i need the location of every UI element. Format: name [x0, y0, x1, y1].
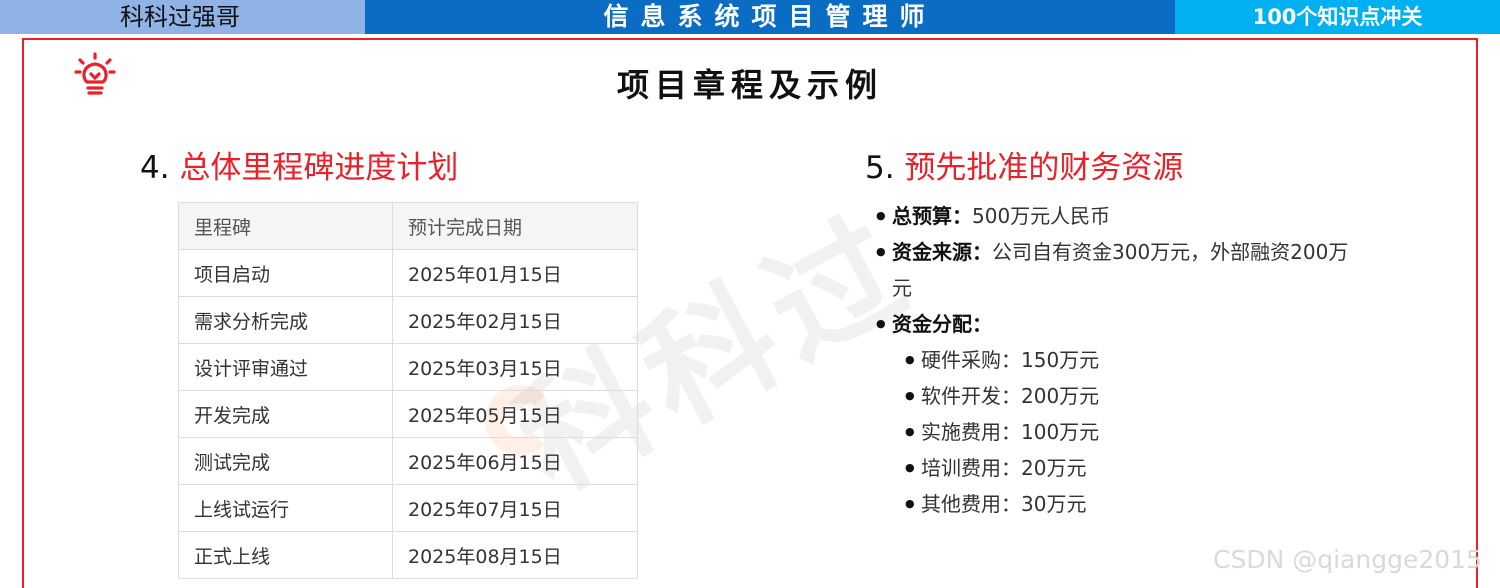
budget-label: 资金来源 — [892, 240, 972, 264]
table-row: 测试完成 2025年06月15日 — [178, 437, 638, 485]
banner-course-title: 信息系统项目管理师 — [365, 0, 1175, 34]
table-header-row: 里程碑 预计完成日期 — [178, 202, 638, 250]
milestone-date: 2025年06月15日 — [392, 437, 638, 485]
section-5-title: 预先批准的财务资源 — [904, 150, 1184, 186]
budget-label: 总预算 — [892, 204, 952, 228]
milestone-date: 2025年02月15日 — [392, 296, 638, 344]
budget-label: 资金分配 — [892, 312, 972, 336]
table-row: 开发完成 2025年05月15日 — [178, 390, 638, 438]
milestone-date: 2025年03月15日 — [392, 343, 638, 391]
source-credit: CSDN @qiangge2015 — [1213, 545, 1482, 574]
budget-list: 总预算：500万元人民币 资金来源：公司自有资金300万元，外部融资200万元 … — [876, 198, 1356, 522]
list-item: 培训费用：20万元 — [905, 450, 1356, 486]
table-row: 项目启动 2025年01月15日 — [178, 249, 638, 297]
milestone-name: 项目启动 — [178, 249, 393, 297]
table-row: 设计评审通过 2025年03月15日 — [178, 343, 638, 391]
banner-series: 100个知识点冲关 — [1175, 0, 1500, 34]
milestone-date: 2025年08月15日 — [392, 531, 638, 579]
label-separator: ： — [972, 312, 992, 336]
label-separator: ： — [972, 240, 992, 264]
list-item: 其他费用：30万元 — [905, 486, 1356, 522]
budget-value: 500万元人民币 — [972, 204, 1111, 228]
top-banner: 科科过强哥 信息系统项目管理师 100个知识点冲关 — [0, 0, 1500, 34]
milestone-date: 2025年01月15日 — [392, 249, 638, 297]
section-4-number: 4. — [140, 150, 170, 186]
milestone-name: 开发完成 — [178, 390, 393, 438]
page-title: 项目章程及示例 — [616, 66, 883, 104]
section-4-heading: 4. 总体里程碑进度计划 — [140, 142, 458, 187]
milestone-date: 2025年05月15日 — [392, 390, 638, 438]
table-header-date: 预计完成日期 — [392, 202, 638, 250]
table-row: 上线试运行 2025年07月15日 — [178, 484, 638, 532]
list-item: 软件开发：200万元 — [905, 378, 1356, 414]
table-row: 正式上线 2025年08月15日 — [178, 531, 638, 579]
milestone-name: 上线试运行 — [178, 484, 393, 532]
section-5-heading: 5. 预先批准的财务资源 — [865, 142, 1183, 187]
table-row: 需求分析完成 2025年02月15日 — [178, 296, 638, 344]
milestone-name: 正式上线 — [178, 531, 393, 579]
banner-author: 科科过强哥 — [0, 0, 365, 34]
milestone-table: 里程碑 预计完成日期 项目启动 2025年01月15日 需求分析完成 2025年… — [178, 202, 638, 579]
label-separator: ： — [952, 204, 972, 228]
milestone-name: 测试完成 — [178, 437, 393, 485]
list-item: 资金来源：公司自有资金300万元，外部融资200万元 — [876, 234, 1356, 306]
table-header-milestone: 里程碑 — [178, 202, 393, 250]
milestone-date: 2025年07月15日 — [392, 484, 638, 532]
list-item: 资金分配： 硬件采购：150万元 软件开发：200万元 实施费用：100万元 培… — [876, 306, 1356, 522]
section-4-title: 总体里程碑进度计划 — [179, 150, 459, 186]
section-5-number: 5. — [865, 150, 895, 186]
list-item: 实施费用：100万元 — [905, 414, 1356, 450]
milestone-name: 设计评审通过 — [178, 343, 393, 391]
list-item: 硬件采购：150万元 — [905, 342, 1356, 378]
milestone-name: 需求分析完成 — [178, 296, 393, 344]
allocation-list: 硬件采购：150万元 软件开发：200万元 实施费用：100万元 培训费用：20… — [892, 342, 1356, 522]
list-item: 总预算：500万元人民币 — [876, 198, 1356, 234]
